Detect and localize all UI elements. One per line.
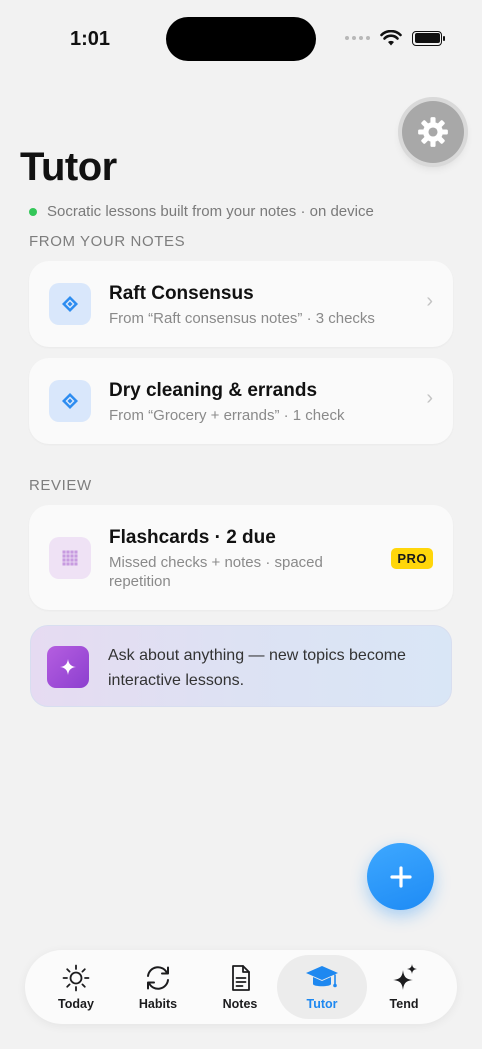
lesson-subtitle: From “Raft consensus notes” · 3 checks — [109, 310, 375, 327]
tab-tend[interactable]: Tend — [359, 955, 449, 1019]
tab-label: Habits — [138, 997, 178, 1011]
battery-icon — [412, 30, 445, 46]
flashcards-card[interactable]: Flashcards · 2 due Missed checks + notes… — [29, 505, 453, 610]
cellular-signal-icon — [345, 36, 370, 40]
ask-anything-text: Ask about anything — new topics become i… — [108, 647, 406, 689]
add-button[interactable] — [367, 843, 434, 910]
tab-today[interactable]: Today — [31, 955, 121, 1019]
refresh-icon — [147, 966, 169, 990]
tab-tutor[interactable]: Tutor — [277, 955, 367, 1019]
document-icon — [232, 965, 250, 991]
status-time: 1:01 — [70, 28, 111, 50]
lesson-subtitle: From “Grocery + errands” · 1 check — [109, 407, 345, 424]
on-device-status-dot — [29, 207, 37, 216]
ask-anything-card[interactable]: Ask about anything — new topics become i… — [30, 625, 452, 707]
status-bar: 1:01 — [0, 0, 482, 80]
grid-icon — [49, 537, 91, 579]
sparkles-icon — [393, 964, 417, 990]
tab-label: Notes — [222, 997, 258, 1011]
tab-label: Today — [58, 997, 94, 1011]
tab-notes[interactable]: Notes — [195, 955, 285, 1019]
sun-icon — [62, 964, 90, 992]
sparkle-icon — [47, 646, 89, 688]
flashcards-title: Flashcards · 2 due — [109, 527, 276, 548]
wifi-icon — [380, 30, 402, 46]
chevron-right-icon: › — [426, 387, 433, 409]
lesson-title: Raft Consensus — [109, 283, 254, 304]
page-subtitle: Socratic lessons built from your notes ·… — [47, 203, 374, 220]
chevron-right-icon: › — [426, 290, 433, 312]
diamond-icon — [49, 283, 91, 325]
status-icons — [345, 30, 445, 46]
flashcards-subtitle: Missed checks + notes · spaced repetitio… — [109, 554, 323, 590]
section-label-review: REVIEW — [29, 477, 92, 494]
tab-habits[interactable]: Habits — [113, 955, 203, 1019]
settings-button[interactable] — [402, 101, 464, 163]
dynamic-island — [166, 17, 316, 61]
graduation-cap-icon — [306, 966, 338, 988]
lesson-title: Dry cleaning & errands — [109, 380, 318, 401]
pro-badge: PRO — [391, 548, 433, 569]
diamond-icon — [49, 380, 91, 422]
lesson-card-raft-consensus[interactable]: Raft Consensus From “Raft consensus note… — [29, 261, 453, 347]
plus-icon — [389, 865, 412, 888]
lesson-card-dry-cleaning[interactable]: Dry cleaning & errands From “Grocery + e… — [29, 358, 453, 444]
tab-label: Tend — [389, 997, 419, 1011]
subtitle-row: Socratic lessons built from your notes ·… — [29, 203, 374, 220]
tab-bar: Today Habits Notes Tutor Tend — [25, 950, 457, 1024]
section-label-from-notes: FROM YOUR NOTES — [29, 233, 186, 250]
page-title: Tutor — [20, 145, 117, 189]
tab-label: Tutor — [306, 997, 338, 1011]
gear-icon — [418, 117, 448, 147]
